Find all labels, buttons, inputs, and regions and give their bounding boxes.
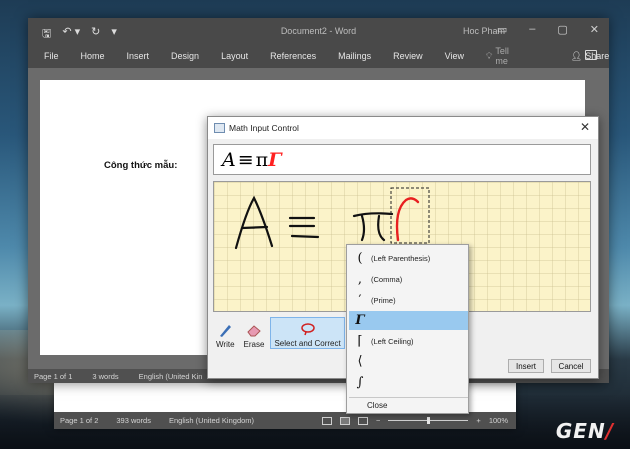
preview-pi: π <box>255 148 269 171</box>
logo-mark: / <box>605 419 614 443</box>
tab-file[interactable]: File <box>44 51 59 61</box>
menu-item-glyph: ′ <box>358 293 362 308</box>
tab-view[interactable]: View <box>445 51 464 61</box>
menu-item-gamma[interactable]: Γ <box>349 311 468 330</box>
menu-item-glyph: , <box>357 272 363 287</box>
write-label: Write <box>216 340 235 349</box>
menu-item-label: (Comma) <box>371 275 403 284</box>
tab-references[interactable]: References <box>270 51 316 61</box>
ribbon-tabs: File Home Insert Design Layout Reference… <box>28 44 609 68</box>
comments-icon[interactable] <box>585 50 597 60</box>
close-icon[interactable]: ✕ <box>590 23 599 36</box>
dialog-title-bar: Math Input Control ✕ <box>208 117 598 139</box>
title-bar: 🖫 ↶ ▾ ↻ ▾ Document2 - Word Hoc Pham ▭ – … <box>28 18 609 44</box>
web-layout-icon[interactable] <box>358 416 369 425</box>
menu-item-glyph: ⟨ <box>357 354 363 369</box>
pen-icon <box>220 325 232 337</box>
correction-menu: ( (Left Parenthesis) , (Comma) ′ (Prime)… <box>346 244 469 414</box>
menu-separator <box>349 397 468 398</box>
zoom-slider[interactable] <box>388 417 469 424</box>
insert-button[interactable]: Insert <box>508 359 544 373</box>
minimize-icon[interactable]: – <box>529 23 535 36</box>
eraser-icon <box>247 325 261 337</box>
ribbon-display-options-icon[interactable]: ▭ <box>497 23 507 36</box>
menu-item-prime[interactable]: ′ (Prime) <box>349 291 468 310</box>
math-input-app-icon <box>214 123 225 133</box>
menu-close-item[interactable]: Close <box>367 401 387 410</box>
tab-review[interactable]: Review <box>393 51 423 61</box>
menu-item-integral[interactable]: ∫ <box>349 373 468 392</box>
status-language-2[interactable]: English (United Kingdom) <box>169 416 254 425</box>
tell-me-box[interactable]: 💡︎ Tell me <box>486 46 509 66</box>
stroke-pi <box>352 212 394 242</box>
zoom-slider-thumb[interactable] <box>427 417 431 424</box>
select-and-correct-button[interactable]: Select and Correct <box>270 317 345 349</box>
status-word-count-2[interactable]: 393 words <box>116 416 151 425</box>
menu-item-label: (Left Parenthesis) <box>371 254 431 263</box>
menu-item-comma[interactable]: , (Comma) <box>349 270 468 289</box>
zoom-out-icon[interactable]: − <box>376 416 380 425</box>
read-mode-icon[interactable] <box>322 416 333 425</box>
math-preview: A ≡ π Γ <box>213 144 591 175</box>
menu-item-glyph: ( <box>357 251 363 266</box>
menu-item-glyph: ∫ <box>356 375 364 390</box>
cancel-button[interactable]: Cancel <box>551 359 591 373</box>
gen-logo: GEN/ <box>556 419 614 443</box>
tab-mailings[interactable]: Mailings <box>338 51 371 61</box>
stroke-letter-a <box>234 195 274 250</box>
zoom-in-icon[interactable]: + <box>476 416 480 425</box>
preview-lhs: A <box>222 148 236 171</box>
write-button[interactable]: Write <box>213 317 238 349</box>
tab-home[interactable]: Home <box>81 51 105 61</box>
menu-item-label: (Left Ceiling) <box>371 337 414 346</box>
print-layout-icon[interactable] <box>340 416 351 425</box>
tell-me-label: Tell me <box>495 46 509 66</box>
status-page-count[interactable]: Page 1 of 1 <box>34 372 72 381</box>
tab-insert[interactable]: Insert <box>127 51 150 61</box>
status-language[interactable]: English (United Kin <box>139 372 203 381</box>
dialog-toolbar: Write Erase Select and Correct C <box>213 317 359 349</box>
erase-button[interactable]: Erase <box>241 317 268 349</box>
status-page-count-2[interactable]: Page 1 of 2 <box>60 416 98 425</box>
preview-operator: ≡ <box>237 148 254 171</box>
stroke-gamma-selected <box>395 197 420 242</box>
select-and-correct-label: Select and Correct <box>274 339 341 348</box>
stroke-equiv <box>288 216 320 239</box>
menu-item-left-ceiling[interactable]: ⌈ (Left Ceiling) <box>349 332 468 351</box>
document-text[interactable]: Công thức mẫu: <box>104 160 177 171</box>
maximize-icon[interactable]: ▢ <box>557 23 567 36</box>
window-controls: ▭ – ▢ ✕ <box>497 23 599 36</box>
status-word-count[interactable]: 3 words <box>92 372 118 381</box>
zoom-level[interactable]: 100% <box>489 416 508 425</box>
menu-item-left-parenthesis[interactable]: ( (Left Parenthesis) <box>349 249 468 268</box>
lightbulb-icon: 💡︎ <box>486 50 493 61</box>
status-bar-2: Page 1 of 2 393 words English (United Ki… <box>54 412 516 429</box>
menu-item-glyph: Γ <box>355 313 365 328</box>
lasso-icon <box>300 323 315 336</box>
person-icon: 👤︎ <box>570 50 583 61</box>
preview-gamma: Γ <box>268 148 282 171</box>
erase-label: Erase <box>243 340 265 349</box>
menu-item-glyph: ⌈ <box>357 334 363 349</box>
dialog-close-icon[interactable]: ✕ <box>580 120 590 134</box>
logo-text: GEN <box>555 419 606 443</box>
dialog-title: Math Input Control <box>229 123 299 133</box>
menu-item-angle-bracket[interactable]: ⟨ <box>349 352 468 371</box>
tab-layout[interactable]: Layout <box>221 51 248 61</box>
menu-item-label: (Prime) <box>371 296 396 305</box>
tab-design[interactable]: Design <box>171 51 199 61</box>
